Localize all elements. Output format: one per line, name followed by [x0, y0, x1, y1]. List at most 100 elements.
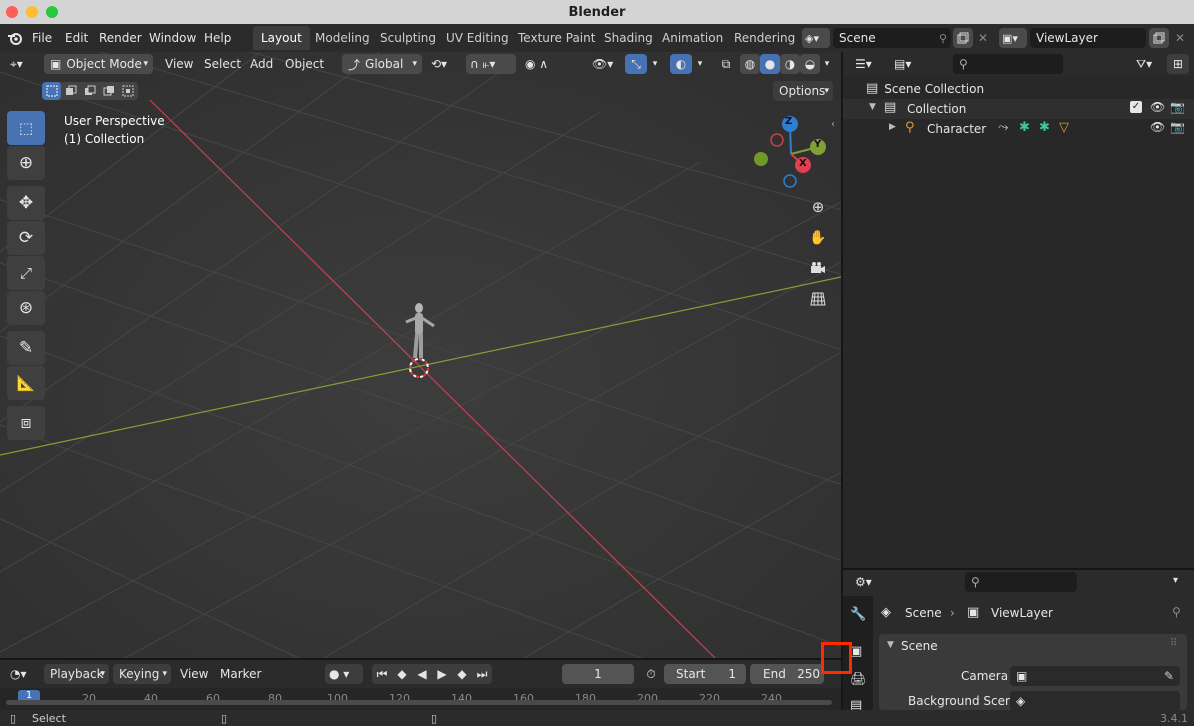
menu-window[interactable]: Window: [149, 31, 196, 45]
outliner-search-input[interactable]: ⚲: [953, 54, 1063, 74]
3d-cursor-icon[interactable]: [407, 356, 431, 380]
properties-editor-type-button[interactable]: ⚙▾: [851, 572, 885, 592]
menu-edit[interactable]: Edit: [65, 31, 88, 45]
character-visibility-eye-icon[interactable]: 👁: [1150, 120, 1165, 134]
proportional-editing[interactable]: ◉ ∧: [521, 54, 569, 74]
playback-menu[interactable]: Playback ▾: [44, 664, 109, 684]
3d-viewport[interactable]: User Perspective (1) Collection Z Y X ⊕ …: [0, 52, 841, 658]
new-scene-icon[interactable]: [953, 28, 973, 48]
tab-modeling[interactable]: Modeling: [307, 26, 378, 50]
tab-uv-editing[interactable]: UV Editing: [438, 26, 517, 50]
character-label[interactable]: Character: [927, 122, 986, 136]
filter-dropdown[interactable]: ⛛▾: [1133, 54, 1161, 74]
rotate-tool[interactable]: ⟳: [7, 221, 45, 255]
add-cube-tool[interactable]: ⧈: [7, 406, 45, 440]
jump-start-icon[interactable]: ⏮: [372, 664, 392, 684]
scene-name-field[interactable]: Scene ⚲: [833, 28, 951, 48]
transform-tool[interactable]: ⊛: [7, 291, 45, 325]
xray-toggle-icon[interactable]: ⧉: [716, 54, 736, 74]
pin-icon[interactable]: ⚲: [1172, 605, 1181, 619]
visibility-dropdown[interactable]: 👁▾: [588, 54, 622, 74]
keying-menu[interactable]: Keying ▾: [113, 664, 171, 684]
expand-character-icon[interactable]: ▶: [889, 122, 896, 132]
start-frame-field[interactable]: Start 1: [664, 664, 746, 684]
play-icon[interactable]: ▶: [432, 664, 452, 684]
measure-tool[interactable]: 📐: [7, 366, 45, 400]
next-keyframe-icon[interactable]: ◆: [452, 664, 472, 684]
panel-collapse-icon[interactable]: ▼: [887, 640, 894, 650]
transform-orientation-dropdown[interactable]: ⤴ Global ▾: [342, 54, 422, 74]
delete-viewlayer-icon[interactable]: ✕: [1171, 28, 1189, 48]
editor-type-button[interactable]: ⌖▾: [6, 54, 38, 74]
select-new-icon[interactable]: [42, 82, 61, 100]
outliner-editor-type-button[interactable]: ☰▾: [851, 54, 885, 74]
drag-handle-icon[interactable]: ⠿: [1170, 638, 1177, 649]
tab-rendering[interactable]: Rendering: [726, 26, 803, 50]
collection-visibility-eye-icon[interactable]: 👁: [1150, 100, 1165, 114]
expand-collection-icon[interactable]: ▼: [869, 102, 876, 112]
options-dropdown[interactable]: Options ▾: [773, 81, 833, 101]
tab-animation[interactable]: Animation: [654, 26, 731, 50]
cursor-tool[interactable]: ⊕: [7, 146, 45, 180]
mesh-icon[interactable]: ▽: [1059, 120, 1069, 135]
outliner-row-scene-collection[interactable]: ▤ Scene Collection: [866, 81, 984, 96]
overlays-toggle-icon[interactable]: ◐: [670, 54, 692, 74]
new-viewlayer-icon[interactable]: [1149, 28, 1169, 48]
viewlayer-browse-button[interactable]: ▣▾: [999, 28, 1027, 48]
tab-layout[interactable]: Layout: [253, 26, 310, 50]
material-shading-icon[interactable]: ◑: [780, 54, 800, 74]
collection-exclude-checkbox[interactable]: ✓: [1130, 101, 1142, 113]
end-frame-field[interactable]: End 250: [750, 664, 824, 684]
annotate-tool[interactable]: ✎: [7, 331, 45, 365]
auto-keying-toggle[interactable]: ● ▾: [325, 664, 363, 684]
snapping-dropdown[interactable]: ∩ ⫦▾: [466, 54, 516, 74]
viewport-menu-add[interactable]: Add: [250, 57, 273, 71]
timeline-editor-type-button[interactable]: ◔▾: [6, 664, 38, 684]
delete-scene-icon[interactable]: ✕: [974, 28, 992, 48]
menu-render[interactable]: Render: [99, 31, 142, 45]
viewlayer-name-field[interactable]: ViewLayer: [1030, 28, 1146, 48]
solid-shading-icon[interactable]: ●: [760, 54, 780, 74]
perspective-grid-icon[interactable]: [805, 286, 831, 312]
viewport-menu-object[interactable]: Object: [285, 57, 324, 71]
select-subtract-icon[interactable]: [80, 82, 99, 100]
timeline-menu-marker[interactable]: Marker: [220, 667, 261, 681]
scene-panel-title[interactable]: Scene: [901, 639, 938, 653]
minimize-window-button[interactable]: [26, 6, 38, 18]
move-tool[interactable]: ✥: [7, 186, 45, 220]
new-collection-icon[interactable]: ⊞: [1167, 54, 1189, 74]
close-window-button[interactable]: [6, 6, 18, 18]
shading-chevron-down-icon[interactable]: ▾: [820, 54, 834, 74]
menu-file[interactable]: File: [32, 31, 52, 45]
pin-icon[interactable]: ⚲: [939, 32, 947, 45]
tab-texture-paint[interactable]: Texture Paint: [510, 26, 603, 50]
pan-hand-icon[interactable]: ✋: [805, 225, 831, 251]
rendered-shading-icon[interactable]: ◒: [800, 54, 820, 74]
pose-icon[interactable]: ⤳: [998, 120, 1008, 135]
tab-shading[interactable]: Shading: [596, 26, 661, 50]
select-invert-icon[interactable]: [99, 82, 118, 100]
tab-sculpting[interactable]: Sculpting: [372, 26, 444, 50]
select-extend-icon[interactable]: [61, 82, 80, 100]
object-mode-dropdown[interactable]: ▣ Object Mode ▾: [44, 54, 153, 74]
zoom-icon[interactable]: ⊕: [805, 194, 831, 220]
select-intersect-icon[interactable]: [118, 82, 137, 100]
play-reverse-icon[interactable]: ◀: [412, 664, 432, 684]
overlays-chevron-down-icon[interactable]: ▾: [693, 54, 707, 74]
tool-tab-icon[interactable]: 🔧: [850, 607, 866, 622]
zoom-window-button[interactable]: [46, 6, 58, 18]
output-tab-icon[interactable]: 🖨: [850, 672, 867, 687]
viewport-menu-view[interactable]: View: [165, 57, 193, 71]
stopwatch-icon[interactable]: ⏱: [641, 664, 661, 684]
scene-browse-button[interactable]: ◈▾: [802, 28, 830, 48]
collection-render-camera-icon[interactable]: 📷: [1170, 100, 1185, 114]
sidebar-toggle-icon[interactable]: ‹: [831, 119, 835, 130]
scale-tool[interactable]: ⤢: [7, 256, 45, 290]
jump-end-icon[interactable]: ⏭: [472, 664, 492, 684]
menu-help[interactable]: Help: [204, 31, 231, 45]
prev-keyframe-icon[interactable]: ◆: [392, 664, 412, 684]
select-box-tool[interactable]: ⬚: [7, 111, 45, 145]
viewport-menu-select[interactable]: Select: [204, 57, 241, 71]
current-frame-field[interactable]: 1: [562, 664, 634, 684]
properties-search-input[interactable]: ⚲: [965, 572, 1077, 592]
